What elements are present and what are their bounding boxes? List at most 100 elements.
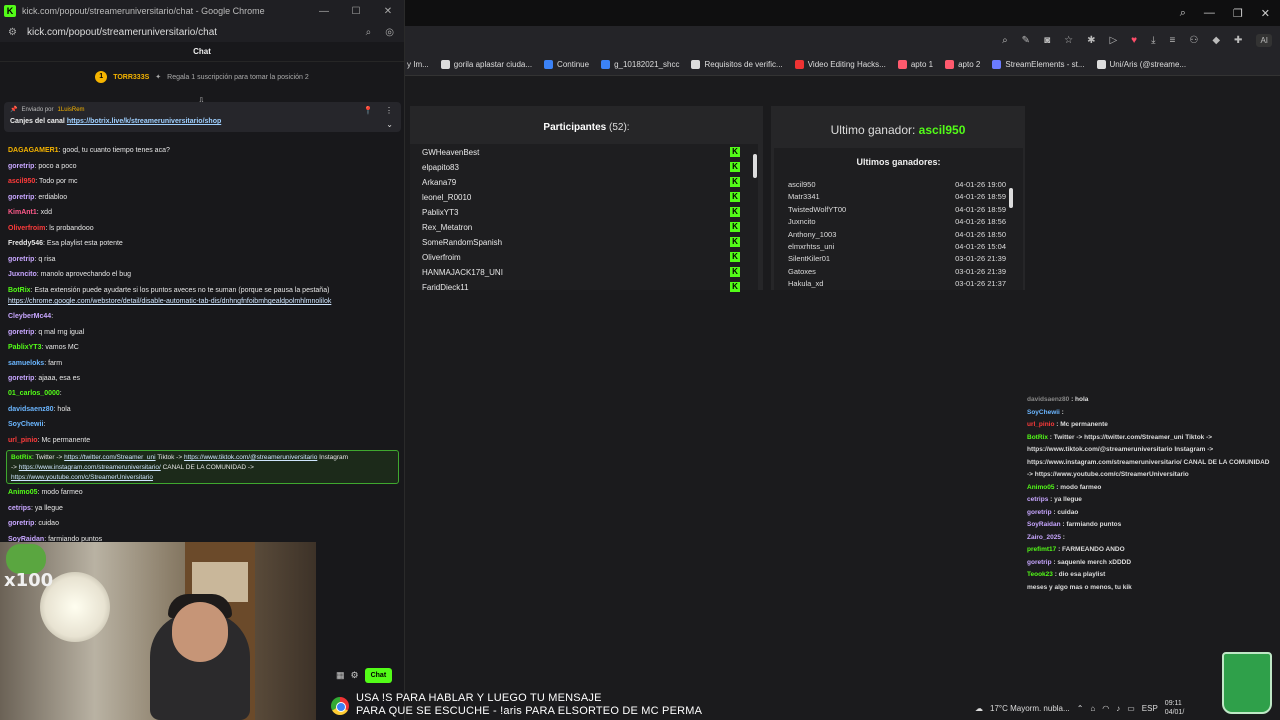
- popout-url[interactable]: kick.com/popout/streameruniversitario/ch…: [27, 27, 217, 38]
- overlay-username: BotRix: [1027, 433, 1048, 441]
- chrome-taskbar-icon[interactable]: [331, 697, 349, 715]
- cup-overlay-image: [1222, 652, 1272, 714]
- chat-username[interactable]: goretrip: [8, 194, 34, 201]
- twitter-link[interactable]: https://twitter.com/Streamer_uni: [64, 454, 155, 461]
- participant-name: leonel_R0010: [422, 193, 472, 202]
- participant-row: PablixYT3 K: [422, 207, 740, 217]
- chat-username[interactable]: goretrip: [8, 163, 34, 170]
- chat-username[interactable]: Freddy546: [8, 240, 43, 247]
- bookmark-label: Continue: [557, 60, 590, 69]
- pin-toggle-icon[interactable]: 📍: [363, 106, 373, 115]
- bookmark-favicon-icon: [945, 60, 955, 69]
- chat-message: url_pinio: Mc permanente: [8, 436, 90, 445]
- chat-username[interactable]: KimAnt1: [8, 209, 37, 216]
- maximize-icon[interactable]: ☐: [340, 6, 372, 17]
- minimize-main-icon[interactable]: —: [1204, 7, 1215, 19]
- list-icon[interactable]: ≡: [1170, 35, 1176, 46]
- restore-main-icon[interactable]: ❐: [1233, 7, 1243, 20]
- bookmark-item[interactable]: Uni/Aris (@streame...: [1096, 60, 1186, 69]
- pinned-message[interactable]: 📌 Enviado por 1LuisRem Canjes del canal …: [4, 102, 401, 132]
- star-icon[interactable]: ☆: [1064, 35, 1073, 46]
- participants-scrollbar[interactable]: [753, 154, 757, 178]
- bookmark-item[interactable]: apto 1: [897, 60, 933, 69]
- minimize-icon[interactable]: —: [308, 6, 340, 17]
- chevron-down-icon[interactable]: ⌄: [386, 120, 393, 129]
- bookmark-item[interactable]: g_10182021_shcc: [601, 60, 679, 69]
- eye-off-icon[interactable]: ◎: [385, 27, 394, 38]
- chat-username[interactable]: davidsaenz80: [8, 406, 54, 413]
- chat-username[interactable]: goretrip: [8, 520, 34, 527]
- ai-button[interactable]: AI: [1256, 33, 1272, 47]
- tiktok-link[interactable]: https://www.tiktok.com/@streameruniversi…: [184, 454, 317, 461]
- volume-icon[interactable]: ♪: [1116, 704, 1120, 713]
- chat-username[interactable]: goretrip: [8, 329, 34, 336]
- download-icon[interactable]: ⤓: [1151, 35, 1155, 46]
- bookmark-item[interactable]: Requisitos de verific...: [691, 60, 783, 69]
- subtitle-line-1: USA !S PARA HABLAR Y LUEGO TU MENSAJE: [356, 692, 602, 704]
- tray-chevron-icon[interactable]: ⌃: [1077, 704, 1084, 713]
- bookmark-label: apto 2: [958, 60, 981, 69]
- chat-username[interactable]: goretrip: [8, 256, 34, 263]
- edit-icon[interactable]: ✎: [1022, 35, 1030, 46]
- zoom-tool-icon[interactable]: ⌕: [1002, 35, 1008, 46]
- chat-username[interactable]: goretrip: [8, 375, 34, 382]
- diamond-icon[interactable]: ◆: [1212, 35, 1220, 46]
- bookmark-item[interactable]: Continue: [544, 60, 589, 69]
- bookmark-favicon-icon: [1096, 60, 1106, 69]
- chat-username[interactable]: url_pinio: [8, 437, 38, 444]
- main-titlebar: ⌕ — ❐ ✕: [405, 0, 1280, 26]
- chat-username[interactable]: cetrips: [8, 505, 31, 512]
- play-icon[interactable]: ▷: [1109, 35, 1117, 46]
- bookmark-item[interactable]: apto 2: [945, 60, 980, 69]
- chat-username[interactable]: BotRix: [8, 287, 31, 294]
- winner-row: Matr3341 04-01-26 18:59: [788, 192, 1006, 201]
- chat-username[interactable]: 01_carlos_0000: [8, 390, 60, 397]
- bookmark-item[interactable]: gorila aplastar ciuda...: [440, 60, 532, 69]
- search-icon[interactable]: ⌕: [1180, 7, 1186, 20]
- site-settings-icon[interactable]: ⚙: [8, 27, 17, 38]
- chat-username[interactable]: PablixYT3: [8, 344, 41, 351]
- chat-username[interactable]: Animo05: [8, 489, 38, 496]
- overlay-text: : Twitter -> https://twitter.com/Streame…: [1047, 433, 1213, 441]
- bookmark-item[interactable]: Video Editing Hacks...: [794, 60, 886, 69]
- weather-icon[interactable]: ☁: [975, 704, 983, 713]
- lang-indicator[interactable]: ESP: [1142, 704, 1158, 713]
- extension-icon[interactable]: ✱: [1087, 35, 1095, 46]
- multiplier-badge: x100: [4, 570, 54, 591]
- close-main-icon[interactable]: ✕: [1261, 7, 1270, 20]
- chat-send-button[interactable]: Chat: [364, 667, 393, 683]
- zoom-icon[interactable]: ⌕: [366, 27, 372, 38]
- more-options-icon[interactable]: ⋮: [385, 106, 393, 115]
- wifi-icon[interactable]: ◠: [1102, 704, 1109, 713]
- winners-scrollbar[interactable]: [1009, 188, 1013, 208]
- chat-username[interactable]: Oliverfroim: [8, 225, 45, 232]
- bookmark-favicon-icon: [601, 60, 611, 69]
- clock-time[interactable]: 09:11: [1165, 699, 1184, 708]
- pinned-link[interactable]: https://botrix.live/k/streameruniversita…: [67, 118, 221, 125]
- bookmark-item[interactable]: StreamElements - st...: [992, 60, 1085, 69]
- chat-username[interactable]: ascil950: [8, 178, 35, 185]
- profile-icon[interactable]: ⚇: [1189, 35, 1198, 46]
- puzzle-icon[interactable]: ✚: [1234, 35, 1242, 46]
- chat-message: cetrips: ya llegue: [8, 504, 63, 513]
- settings-gear-icon[interactable]: ⚙: [351, 670, 359, 681]
- battery-icon[interactable]: ▭: [1127, 704, 1135, 713]
- participant-name: elpapito83: [422, 163, 459, 172]
- chat-username[interactable]: SoyChewii: [8, 421, 43, 428]
- weather-text[interactable]: 17°C Mayorm. nubla...: [990, 704, 1070, 713]
- clock-date[interactable]: 04/01/: [1165, 708, 1184, 717]
- network-icon[interactable]: ⌂: [1090, 704, 1095, 713]
- chat-username[interactable]: Juxncito: [8, 271, 37, 278]
- chat-username[interactable]: samueloks: [8, 360, 44, 367]
- winner-date: 04-01-26 18:56: [955, 217, 1006, 227]
- chat-username[interactable]: DAGAGAMER1: [8, 147, 59, 154]
- close-icon[interactable]: ✕: [372, 6, 404, 17]
- emote-icon[interactable]: ▦: [336, 670, 345, 681]
- youtube-link[interactable]: https://www.youtube.com/c/StreamerUniver…: [11, 474, 153, 481]
- camera-icon[interactable]: ◙: [1044, 35, 1050, 46]
- bookmark-item[interactable]: y Im...: [407, 60, 429, 69]
- heart-icon[interactable]: ♥: [1131, 35, 1137, 46]
- chat-username[interactable]: CleyberMc44: [8, 313, 51, 320]
- instagram-link[interactable]: https://www.instagram.com/streameruniver…: [19, 464, 161, 471]
- chat-link[interactable]: https://chrome.google.com/webstore/detai…: [8, 298, 331, 305]
